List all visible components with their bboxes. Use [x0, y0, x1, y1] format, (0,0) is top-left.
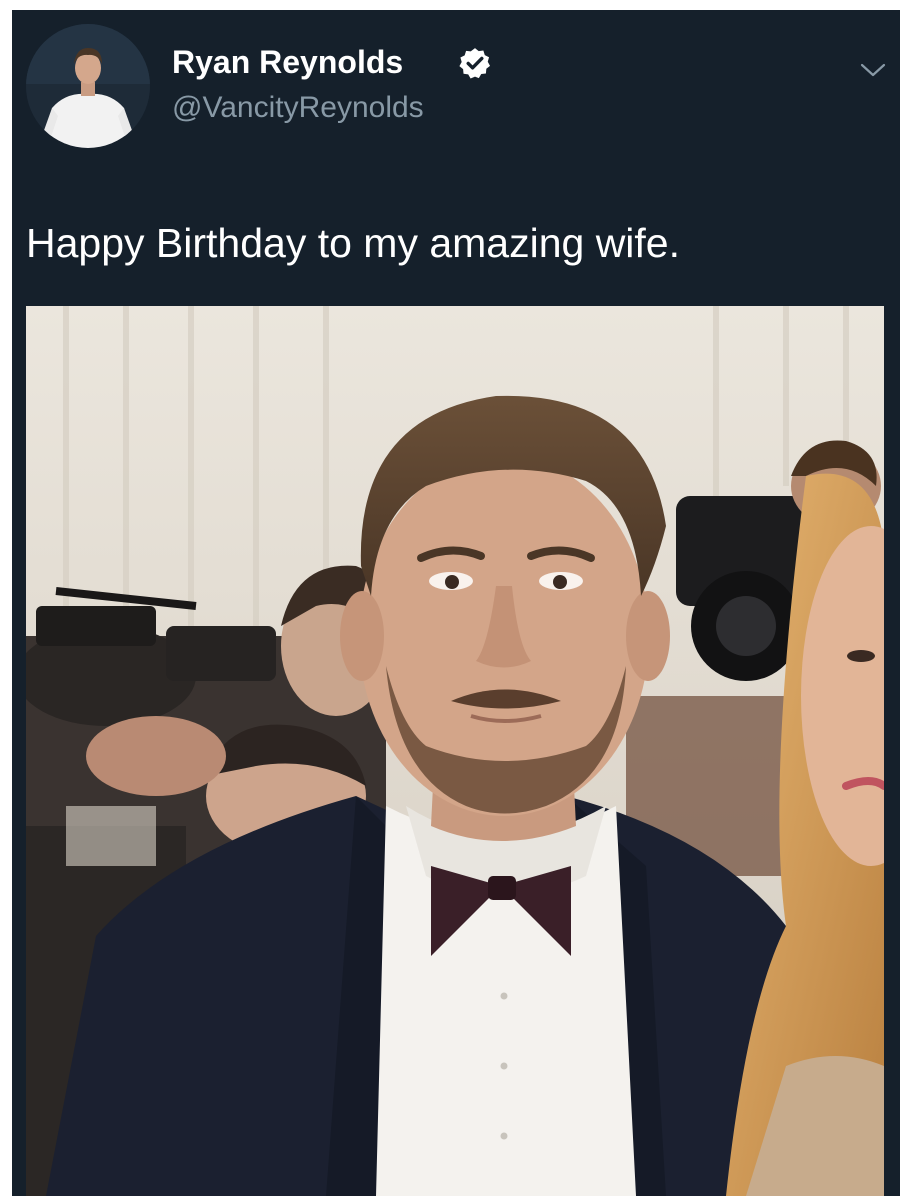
tweet-text: Happy Birthday to my amazing wife. [26, 220, 680, 266]
tweet-photo[interactable] [26, 306, 884, 1196]
tweet-card: Ryan Reynolds @VancityReynolds Happy Bir… [12, 10, 900, 1196]
author-handle[interactable]: @VancityReynolds [172, 90, 424, 126]
photo-illustration [26, 306, 884, 1196]
avatar-photo [26, 24, 150, 148]
avatar[interactable] [26, 24, 150, 148]
author-display-name[interactable]: Ryan Reynolds [172, 42, 403, 82]
chevron-down-icon[interactable] [858, 60, 888, 80]
verified-badge-icon [459, 48, 491, 79]
